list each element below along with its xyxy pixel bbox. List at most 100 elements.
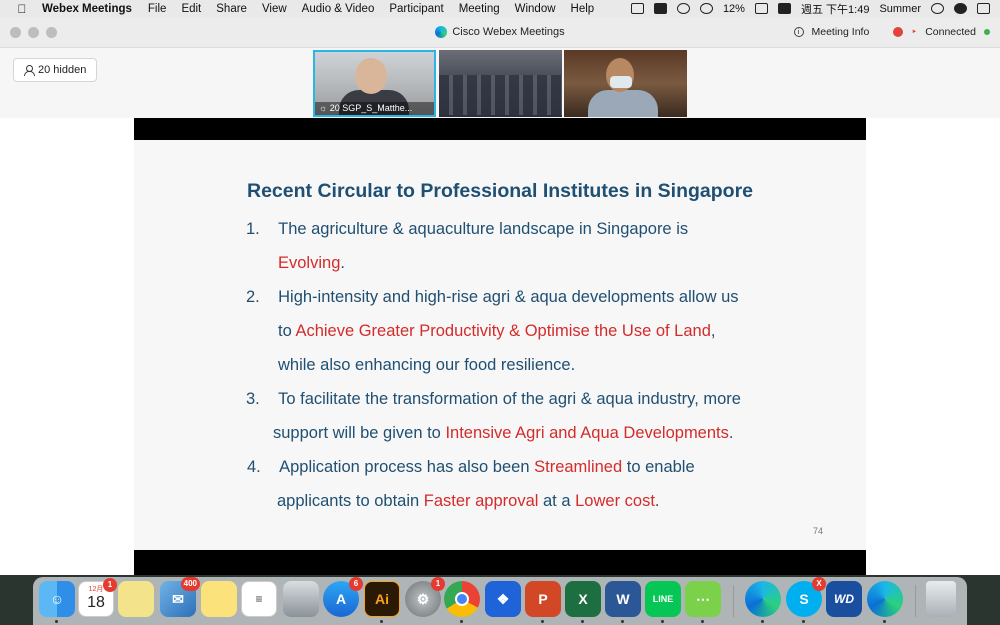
spotlight-search-icon[interactable] xyxy=(931,3,944,14)
presentation-slide: Recent Circular to Professional Institut… xyxy=(134,140,866,550)
line-glyph: LINE xyxy=(652,594,674,604)
video-person-head xyxy=(355,58,387,94)
skype-icon[interactable]: SX xyxy=(786,577,826,617)
chrome-center xyxy=(455,592,469,606)
calendar-icon[interactable]: 12月 18 1 xyxy=(78,578,117,617)
notes-icon[interactable] xyxy=(201,581,237,617)
slide-highlight: Faster approval xyxy=(423,492,539,510)
video-strip: 20 hidden ☼ 20 SGP_S_Matthe... xyxy=(0,48,1000,118)
finder-face-glyph: ☺ xyxy=(49,591,65,607)
wechat-icon[interactable]: ⋯ xyxy=(685,581,721,617)
video-room-audience xyxy=(439,75,562,115)
line-app-icon[interactable]: LINE xyxy=(645,581,681,617)
pinned-indicator-icon[interactable]: ‣ xyxy=(911,27,917,38)
line-status-icon[interactable] xyxy=(653,3,667,14)
app-store-icon[interactable]: A6 xyxy=(323,577,363,617)
slide-line-9: applicants to obtain Faster approval at … xyxy=(277,492,660,511)
input-method-icon[interactable] xyxy=(777,3,791,14)
dock-running-dot xyxy=(661,620,664,623)
dock-running-dot xyxy=(802,620,805,623)
wd-glyph: WD xyxy=(834,592,854,606)
trash-icon[interactable] xyxy=(926,581,956,617)
menu-share[interactable]: Share xyxy=(216,3,247,15)
menubar-clock[interactable]: 週五 下午1:49 xyxy=(801,1,869,17)
battery-icon[interactable] xyxy=(754,3,768,14)
menu-participant[interactable]: Participant xyxy=(389,3,443,15)
slide-text: , xyxy=(710,322,716,340)
info-icon: i xyxy=(793,27,804,37)
menubar-status-area: 12% 週五 下午1:49 Summer xyxy=(630,1,990,17)
preview-icon[interactable] xyxy=(283,581,319,617)
list-number: 4. xyxy=(247,458,261,476)
participant-video-active-speaker[interactable]: ☼ 20 SGP_S_Matthe... xyxy=(313,50,436,117)
close-window-button[interactable] xyxy=(10,26,21,38)
webex-logo-icon xyxy=(435,26,448,38)
slide-text: while also enhancing our food resilience… xyxy=(278,356,576,374)
participant-video-room[interactable] xyxy=(439,50,562,117)
notification-center-icon[interactable] xyxy=(977,3,990,14)
siri-icon[interactable] xyxy=(954,3,967,14)
slide-line-1: 1. The agriculture & aquaculture landsca… xyxy=(246,220,688,239)
menu-window[interactable]: Window xyxy=(515,3,556,15)
hidden-participants-button[interactable]: 20 hidden xyxy=(13,58,98,82)
webex-meetings-icon[interactable] xyxy=(745,581,781,617)
excel-icon[interactable]: X xyxy=(565,581,601,617)
app-store-badge: 6 xyxy=(349,577,363,591)
dock-separator xyxy=(915,585,916,617)
screen-record-icon[interactable] xyxy=(630,3,644,14)
zoom-window-button[interactable] xyxy=(46,26,57,38)
menu-file[interactable]: File xyxy=(148,3,167,15)
slide-highlight: Intensive Agri and Aqua Developments xyxy=(445,424,729,442)
system-preferences-badge: 1 xyxy=(431,577,445,591)
stickies-icon[interactable] xyxy=(118,581,154,617)
dock-running-dot xyxy=(701,620,704,623)
dock-running-dot xyxy=(581,620,584,623)
slide-text: at a xyxy=(538,492,576,510)
connection-status: Connected xyxy=(925,26,976,38)
list-number: 3. xyxy=(246,390,260,408)
powerpoint-icon[interactable]: P xyxy=(525,581,561,617)
word-icon[interactable]: W xyxy=(605,581,641,617)
finder-icon[interactable]: ☺ xyxy=(39,581,75,617)
wifi-icon[interactable] xyxy=(699,3,713,14)
apple-menu-icon[interactable]:  xyxy=(14,2,30,16)
slide-text: support will be given to xyxy=(273,424,446,442)
menu-meeting[interactable]: Meeting xyxy=(459,3,500,15)
participant-video-masked-person[interactable] xyxy=(564,50,687,117)
minimize-window-button[interactable] xyxy=(28,26,39,38)
chrome-icon[interactable] xyxy=(444,581,480,617)
slide-highlight: Achieve Greater Productivity & Optimise … xyxy=(295,322,711,340)
illustrator-icon[interactable]: Ai xyxy=(364,581,400,617)
menu-help[interactable]: Help xyxy=(571,3,595,15)
participant-name-label: ☼ 20 SGP_S_Matthe... xyxy=(315,102,434,115)
app-name-menu[interactable]: Webex Meetings xyxy=(42,3,132,15)
webex-status-icon[interactable] xyxy=(676,3,690,14)
slide-text: High-intensity and high-rise agri & aqua… xyxy=(278,288,739,306)
window-controls xyxy=(10,26,57,38)
recording-icon[interactable] xyxy=(893,27,904,37)
menubar-user[interactable]: Summer xyxy=(879,3,921,15)
dock-running-dot xyxy=(761,620,764,623)
slide-text: to xyxy=(278,322,296,340)
reminders-icon[interactable]: ≡ xyxy=(241,581,277,617)
wechat-glyph: ⋯ xyxy=(696,590,710,607)
menu-view[interactable]: View xyxy=(262,3,287,15)
system-preferences-icon[interactable]: ⚙ 1 xyxy=(405,577,445,617)
slide-line-2: Evolving. xyxy=(278,254,345,273)
reminders-glyph: ≡ xyxy=(255,592,263,606)
excel-glyph: X xyxy=(578,591,588,607)
slide-text: to enable xyxy=(622,458,695,476)
slide-text: Application process has also been xyxy=(279,458,535,476)
dropbox-icon[interactable]: ❖ xyxy=(485,581,521,617)
slide-highlight: Evolving xyxy=(278,254,341,272)
mail-icon[interactable]: ✉ 400 xyxy=(160,577,200,617)
webex-teams-icon[interactable] xyxy=(867,581,903,617)
mail-badge: 400 xyxy=(180,577,200,591)
powerpoint-glyph: P xyxy=(538,591,548,607)
slide-text: The agriculture & aquaculture landscape … xyxy=(278,220,689,238)
meeting-info-button[interactable]: Meeting Info xyxy=(812,26,870,38)
menu-audio-video[interactable]: Audio & Video xyxy=(302,3,375,15)
wd-drive-icon[interactable]: WD xyxy=(826,581,862,617)
menu-edit[interactable]: Edit xyxy=(181,3,201,15)
slide-line-3: 2. High-intensity and high-rise agri & a… xyxy=(246,288,739,307)
